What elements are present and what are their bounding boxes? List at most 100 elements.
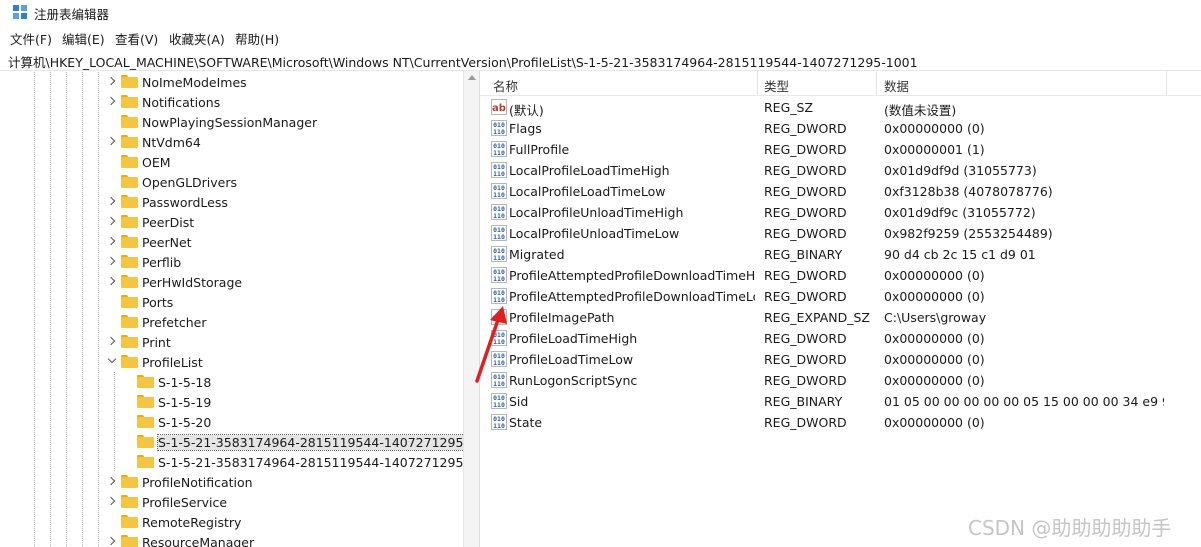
tree-item[interactable]: Print: [0, 332, 463, 352]
tree-item[interactable]: OpenGLDrivers: [0, 172, 463, 192]
tree-item-label[interactable]: NoImeModeImes: [142, 75, 247, 90]
address-path[interactable]: 计算机\HKEY_LOCAL_MACHINE\SOFTWARE\Microsof…: [8, 52, 918, 71]
chevron-down-icon[interactable]: [107, 354, 117, 364]
tree-item[interactable]: ProfileService: [0, 492, 463, 512]
svg-text:110: 110: [493, 191, 505, 199]
chevron-right-icon[interactable]: [106, 256, 116, 266]
chevron-right-icon[interactable]: [106, 276, 116, 286]
tree-item-label[interactable]: Print: [142, 335, 171, 350]
chevron-right-icon[interactable]: [106, 336, 116, 346]
tree-item[interactable]: PasswordLess: [0, 192, 463, 212]
tree-item[interactable]: Notifications: [0, 92, 463, 112]
tree-item-label[interactable]: ProfileService: [142, 495, 227, 510]
tree-item[interactable]: S-1-5-21-3583174964-2815119544-140727129…: [0, 452, 479, 472]
tree-scrollbar[interactable]: [463, 71, 479, 547]
address-bar[interactable]: 计算机\HKEY_LOCAL_MACHINE\SOFTWARE\Microsof…: [0, 48, 1201, 71]
tree-item-label[interactable]: Perflib: [142, 255, 181, 270]
tree-item[interactable]: PerHwIdStorage: [0, 272, 463, 292]
column-divider[interactable]: [1166, 71, 1167, 95]
value-row[interactable]: 010 110 Sid REG_BINARY 01 05 00 00 00 00 00 …: [480, 391, 1201, 412]
value-row[interactable]: 010 110 Flags REG_DWORD 0x00000000 (0): [480, 118, 1201, 139]
tree-item-label[interactable]: S-1-5-19: [158, 395, 211, 410]
tree-item[interactable]: S-1-5-20: [0, 412, 463, 432]
tree-item-label[interactable]: NtVdm64: [142, 135, 201, 150]
tree-item-label[interactable]: ProfileList: [142, 355, 203, 370]
tree-item[interactable]: Ports: [0, 292, 463, 312]
tree-item[interactable]: ProfileNotification: [0, 472, 463, 492]
tree-item-label[interactable]: PasswordLess: [142, 195, 228, 210]
tree-item-label[interactable]: OpenGLDrivers: [142, 175, 237, 190]
value-row[interactable]: 010 110 State REG_DWORD 0x00000000 (0): [480, 412, 1201, 433]
column-type-header[interactable]: 类型: [764, 76, 789, 95]
value-row[interactable]: 010 110 ProfileLoadTimeHigh REG_DWORD 0x0000…: [480, 328, 1201, 349]
tree-item-label[interactable]: NowPlayingSessionManager: [142, 115, 317, 130]
menu-file[interactable]: 文件(F): [10, 29, 52, 48]
tree-item[interactable]: ResourceManager: [0, 532, 463, 547]
tree-item-label[interactable]: OEM: [142, 155, 171, 170]
value-data: 0x01d9df9d (31055773): [884, 163, 1037, 178]
tree-item[interactable]: PeerDist: [0, 212, 463, 232]
value-row[interactable]: 010 110 ProfileLoadTimeLow REG_DWORD 0x00000…: [480, 349, 1201, 370]
chevron-right-icon[interactable]: [106, 236, 116, 246]
tree-item[interactable]: NtVdm64: [0, 132, 463, 152]
tree-item-label[interactable]: S-1-5-20: [158, 415, 211, 430]
key-tree-pane[interactable]: NoImeModeImes Notifications NowPlayingSess…: [0, 71, 480, 547]
tree-guide-line: [50, 352, 51, 372]
values-list-pane[interactable]: 名称 类型 数据 ab (默认) REG_SZ (数值未设置) 010 110 Flags R…: [480, 71, 1201, 547]
column-data-header[interactable]: 数据: [884, 76, 909, 95]
tree-item-label[interactable]: PeerNet: [142, 235, 192, 250]
tree-guide-line: [82, 372, 83, 392]
chevron-right-icon[interactable]: [106, 216, 116, 226]
tree-item[interactable]: OEM: [0, 152, 463, 172]
tree-item[interactable]: ProfileList: [0, 352, 463, 372]
tree-item-label[interactable]: PeerDist: [142, 215, 194, 230]
chevron-right-icon[interactable]: [106, 136, 116, 146]
tree-item[interactable]: S-1-5-18: [0, 372, 463, 392]
value-type: REG_EXPAND_SZ: [764, 310, 870, 325]
column-name-header[interactable]: 名称: [493, 76, 518, 95]
value-row[interactable]: 010 110 LocalProfileLoadTimeHigh REG_DWORD 0…: [480, 160, 1201, 181]
value-row[interactable]: 010 110 FullProfile REG_DWORD 0x00000001 (1): [480, 139, 1201, 160]
menu-favorites[interactable]: 收藏夹(A): [169, 29, 225, 48]
value-row[interactable]: 010 110 LocalProfileLoadTimeLow REG_DWORD 0x…: [480, 181, 1201, 202]
column-divider[interactable]: [757, 71, 758, 95]
tree-guide-line: [50, 412, 51, 432]
chevron-right-icon[interactable]: [106, 76, 116, 86]
menu-edit[interactable]: 编辑(E): [62, 29, 105, 48]
tree-item[interactable]: NowPlayingSessionManager: [0, 112, 463, 132]
value-row[interactable]: 010 110 ProfileAttemptedProfileDownloadTim…: [480, 286, 1201, 307]
tree-item-label[interactable]: ResourceManager: [142, 535, 254, 547]
tree-item-label[interactable]: PerHwIdStorage: [142, 275, 242, 290]
tree-item-label[interactable]: S-1-5-21-3583174964-2815119544-140727129…: [157, 434, 479, 451]
tree-item-label[interactable]: ProfileNotification: [142, 475, 253, 490]
scroll-up-icon[interactable]: [468, 75, 476, 80]
tree-item[interactable]: PeerNet: [0, 232, 463, 252]
chevron-right-icon[interactable]: [106, 496, 116, 506]
chevron-right-icon[interactable]: [106, 96, 116, 106]
value-row[interactable]: ab ProfileImagePath REG_EXPAND_SZ C:\Users\…: [480, 307, 1201, 328]
tree-item[interactable]: RemoteRegistry: [0, 512, 463, 532]
chevron-right-icon[interactable]: [106, 536, 116, 546]
tree-item[interactable]: NoImeModeImes: [0, 72, 463, 92]
tree-item[interactable]: Perflib: [0, 252, 463, 272]
tree-item-label[interactable]: Ports: [142, 295, 173, 310]
tree-item-label[interactable]: S-1-5-21-3583174964-2815119544-140727129…: [158, 455, 479, 470]
value-row[interactable]: 010 110 LocalProfileUnloadTimeLow REG_DWORD…: [480, 223, 1201, 244]
tree-item[interactable]: S-1-5-19: [0, 392, 463, 412]
tree-item-label[interactable]: S-1-5-18: [158, 375, 211, 390]
value-row[interactable]: ab (默认) REG_SZ (数值未设置): [480, 97, 1201, 118]
tree-item[interactable]: S-1-5-21-3583174964-2815119544-140727129…: [0, 432, 479, 452]
tree-item-label[interactable]: Notifications: [142, 95, 220, 110]
chevron-right-icon[interactable]: [106, 476, 116, 486]
value-row[interactable]: 010 110 RunLogonScriptSync REG_DWORD 0x00000…: [480, 370, 1201, 391]
value-row[interactable]: 010 110 ProfileAttemptedProfileDownloadTim…: [480, 265, 1201, 286]
menu-help[interactable]: 帮助(H): [235, 29, 279, 48]
tree-item[interactable]: Prefetcher: [0, 312, 463, 332]
value-row[interactable]: 010 110 Migrated REG_BINARY 90 d4 cb 2c 15 c…: [480, 244, 1201, 265]
tree-item-label[interactable]: RemoteRegistry: [142, 515, 241, 530]
column-divider[interactable]: [876, 71, 877, 95]
chevron-right-icon[interactable]: [106, 196, 116, 206]
value-row[interactable]: 010 110 LocalProfileUnloadTimeHigh REG_DWOR…: [480, 202, 1201, 223]
tree-item-label[interactable]: Prefetcher: [142, 315, 207, 330]
menu-view[interactable]: 查看(V): [115, 29, 158, 48]
